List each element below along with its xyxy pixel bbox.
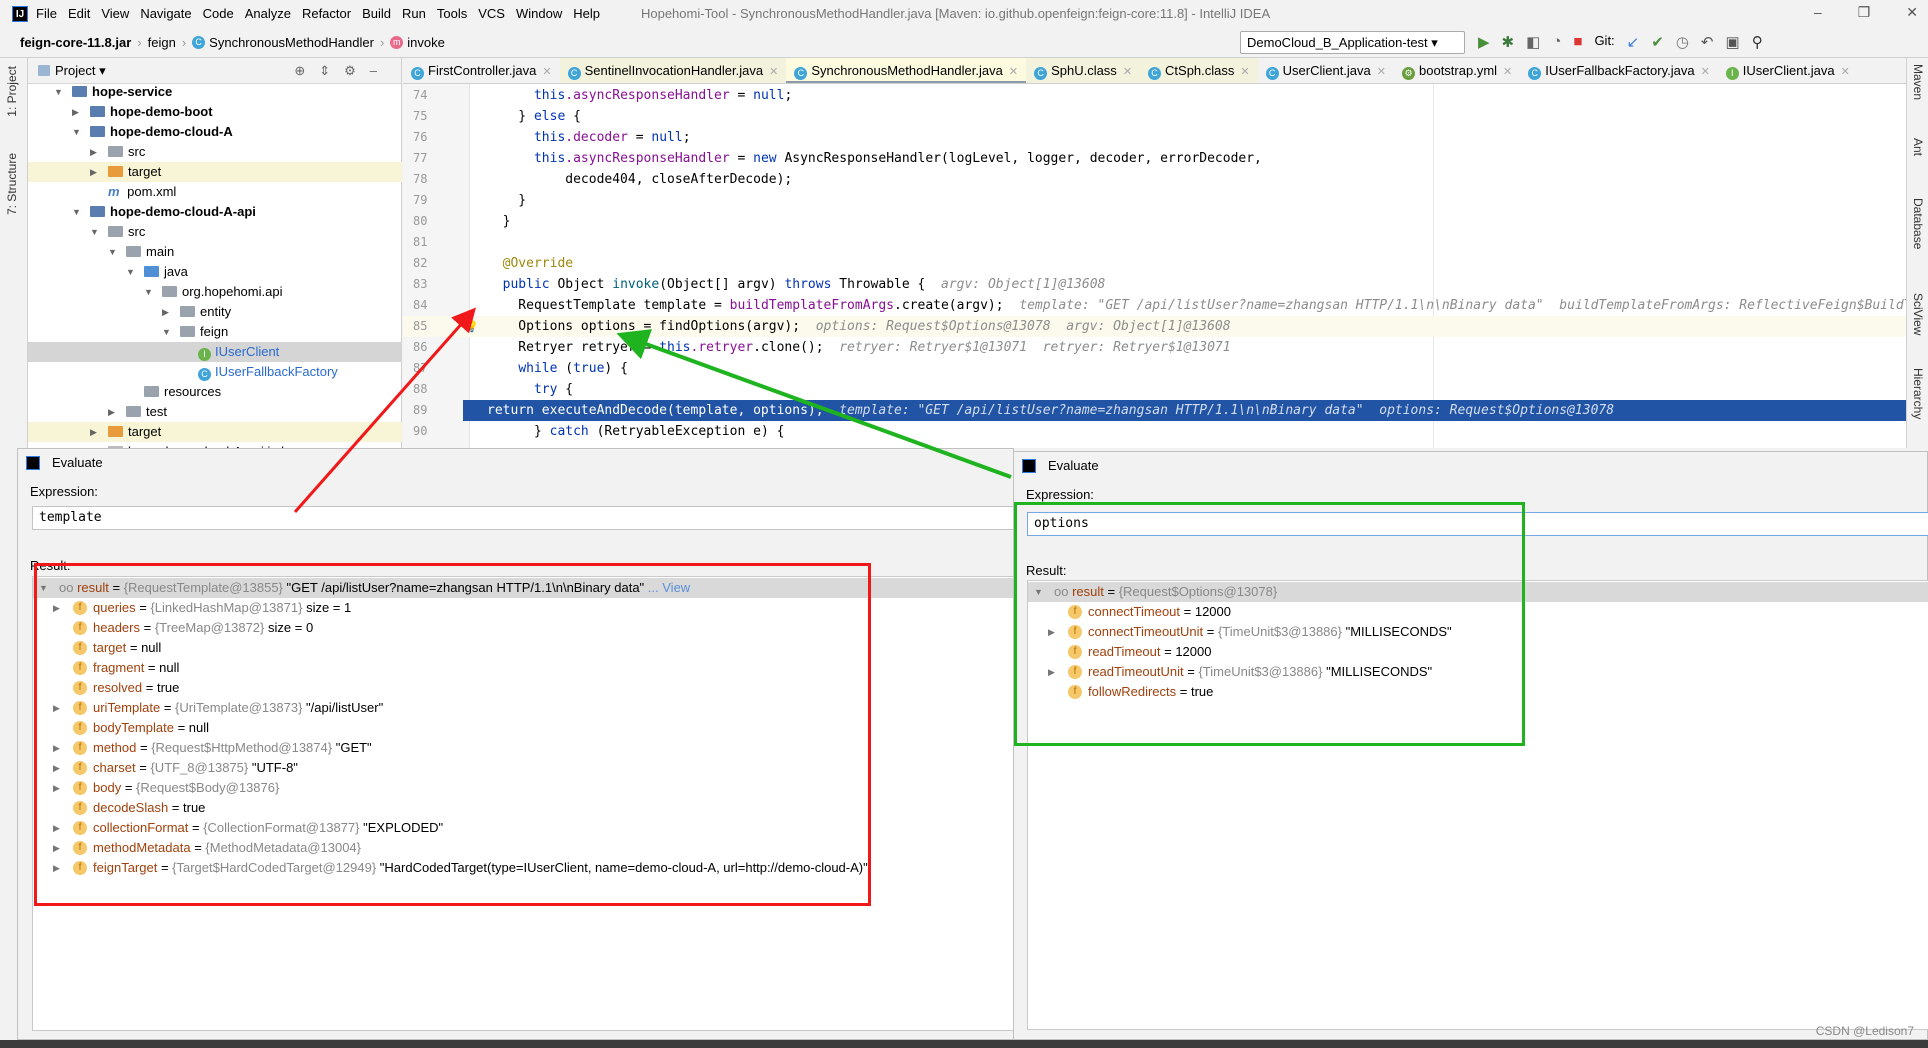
red-arrow <box>293 307 476 513</box>
annotation-arrows <box>293 307 1012 513</box>
green-arrow <box>616 329 1012 479</box>
watermark: CSDN @Ledison7 <box>1815 1024 1914 1038</box>
status-bar <box>0 1040 1928 1048</box>
